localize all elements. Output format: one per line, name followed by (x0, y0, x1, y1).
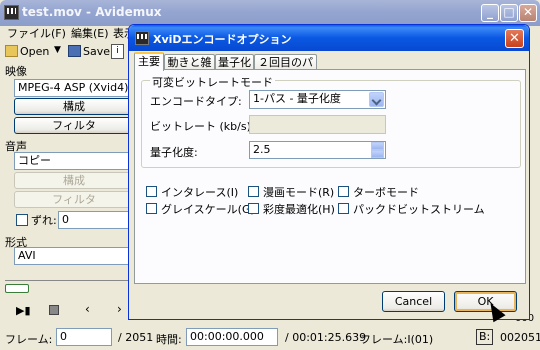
main-tab-panel: 可変ビットレートモード エンコードタイプ: 1-パス - 量子化度 ビットレート… (134, 69, 526, 284)
play-icon[interactable]: ▶▮ (16, 304, 31, 317)
save-label: Save (83, 45, 111, 58)
next-frame-icon[interactable]: › (117, 302, 122, 316)
audio-shift-checkbox[interactable] (16, 214, 28, 226)
chevron-down-icon[interactable] (369, 92, 384, 107)
stop-icon[interactable] (49, 305, 59, 315)
timeline-slider-thumb[interactable] (5, 284, 29, 293)
tab-quantization[interactable]: 量子化 (215, 54, 254, 70)
encode-type-value: 1-パス - 量子化度 (253, 92, 341, 105)
video-configure-button[interactable]: 構成 (14, 98, 134, 115)
quantizer-value: 2.5 (253, 143, 271, 156)
frame-type-text: フレーム:I(01) (360, 333, 434, 346)
audio-shift-label: ずれ: (31, 214, 57, 227)
audio-codec-select[interactable]: コピー (14, 152, 134, 170)
quantizer-spinbox[interactable]: 2.5 (249, 141, 386, 159)
xvid-dialog: XviDエンコードオプション ✕ 主要 動きと雑多 量子化 ２回目のパス 可変ビ… (128, 24, 530, 320)
duration-text: / 00:01:25.639 (285, 331, 367, 344)
open-dropdown-arrow-icon[interactable]: ▼ (54, 45, 61, 55)
bitrate-input[interactable] (249, 115, 386, 134)
quantizer-label: 量子化度: (150, 146, 198, 159)
encode-type-select[interactable]: 1-パス - 量子化度 (249, 90, 386, 109)
video-section-label: 映像 (5, 65, 27, 78)
grayscale-checkbox[interactable] (146, 203, 157, 214)
spin-up-icon[interactable] (371, 142, 384, 150)
chroma-opt-label: 彩度最適化(H) (263, 203, 335, 216)
avidemux-app-icon (4, 5, 19, 20)
bitrate-label: ビットレート (kb/s): (150, 120, 255, 133)
open-label: Open (20, 45, 50, 58)
audio-filters-button[interactable]: フィルタ (14, 191, 134, 208)
b-frame-badge: B: (476, 329, 494, 345)
tab-motion-misc[interactable]: 動きと雑多 (164, 54, 215, 84)
format-select[interactable]: AVI (14, 247, 134, 265)
video-codec-select[interactable]: MPEG-4 ASP (Xvid4) (14, 79, 134, 97)
video-filters-button[interactable]: フィルタ (14, 117, 134, 134)
window-title: test.mov - Avidemux (22, 5, 162, 19)
frame-total: / 2051 (118, 331, 154, 344)
close-button[interactable]: ✕ (519, 4, 537, 22)
status-bar: フレーム: 0 / 2051 時間: 00:00:00.000 / 00:01:… (0, 325, 540, 350)
tab-main[interactable]: 主要 (134, 52, 164, 71)
dialog-title-bar[interactable]: XviDエンコードオプション ✕ (129, 25, 529, 51)
dialog-close-button[interactable]: ✕ (505, 29, 524, 48)
packed-bitstream-label: パックドビットストリーム (353, 203, 485, 216)
packed-bitstream-checkbox[interactable] (338, 203, 349, 214)
interlaced-label: インタレース(I) (161, 186, 239, 199)
menu-file[interactable]: ファイル(F) (7, 26, 66, 41)
turbo-mode-label: ターボモード (353, 186, 419, 199)
info-icon[interactable]: i (111, 44, 124, 59)
frame-input[interactable]: 0 (56, 328, 112, 346)
turbo-mode-checkbox[interactable] (338, 186, 349, 197)
audio-shift-input[interactable]: 0 (58, 211, 134, 229)
save-button[interactable]: Save (68, 43, 110, 60)
vbr-mode-group-title: 可変ビットレートモード (150, 74, 275, 90)
b-frame-count: 002051 (500, 331, 540, 344)
dialog-title: XviDエンコードオプション (153, 33, 292, 46)
chroma-opt-checkbox[interactable] (248, 203, 259, 214)
timeline-slider-track[interactable] (5, 280, 130, 281)
menu-edit[interactable]: 編集(E) (71, 26, 109, 41)
prev-frame-icon[interactable]: ‹ (85, 302, 90, 316)
vbr-mode-group: 可変ビットレートモード エンコードタイプ: 1-パス - 量子化度 ビットレート… (141, 74, 521, 168)
cancel-button[interactable]: Cancel (382, 291, 445, 312)
folder-icon (5, 45, 18, 57)
frame-label: フレーム: (5, 333, 53, 346)
time-label: 時間: (156, 333, 182, 346)
spin-down-icon[interactable] (371, 150, 384, 158)
grayscale-label: グレイスケール(G) (161, 203, 255, 216)
dialog-app-icon (135, 31, 149, 45)
tab-second-pass[interactable]: ２回目のパス (254, 54, 317, 84)
cartoon-mode-label: 漫画モード(R) (263, 186, 335, 199)
audio-configure-button[interactable]: 構成 (14, 172, 134, 189)
encode-type-label: エンコードタイプ: (150, 95, 242, 108)
interlaced-checkbox[interactable] (146, 186, 157, 197)
open-button[interactable]: Open (5, 43, 49, 60)
maximize-button[interactable]: □ (500, 4, 518, 22)
floppy-icon (68, 45, 81, 57)
minimize-button[interactable]: _ (481, 4, 499, 22)
cartoon-mode-checkbox[interactable] (248, 186, 259, 197)
main-title-bar[interactable]: test.mov - Avidemux _ □ ✕ (0, 0, 540, 26)
time-input[interactable]: 00:00:00.000 (186, 328, 278, 346)
